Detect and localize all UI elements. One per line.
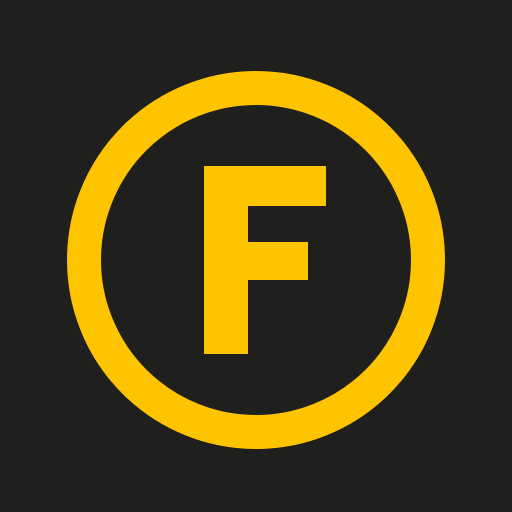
circled-letter-f-icon — [0, 0, 512, 512]
app-icon-canvas — [0, 0, 512, 512]
